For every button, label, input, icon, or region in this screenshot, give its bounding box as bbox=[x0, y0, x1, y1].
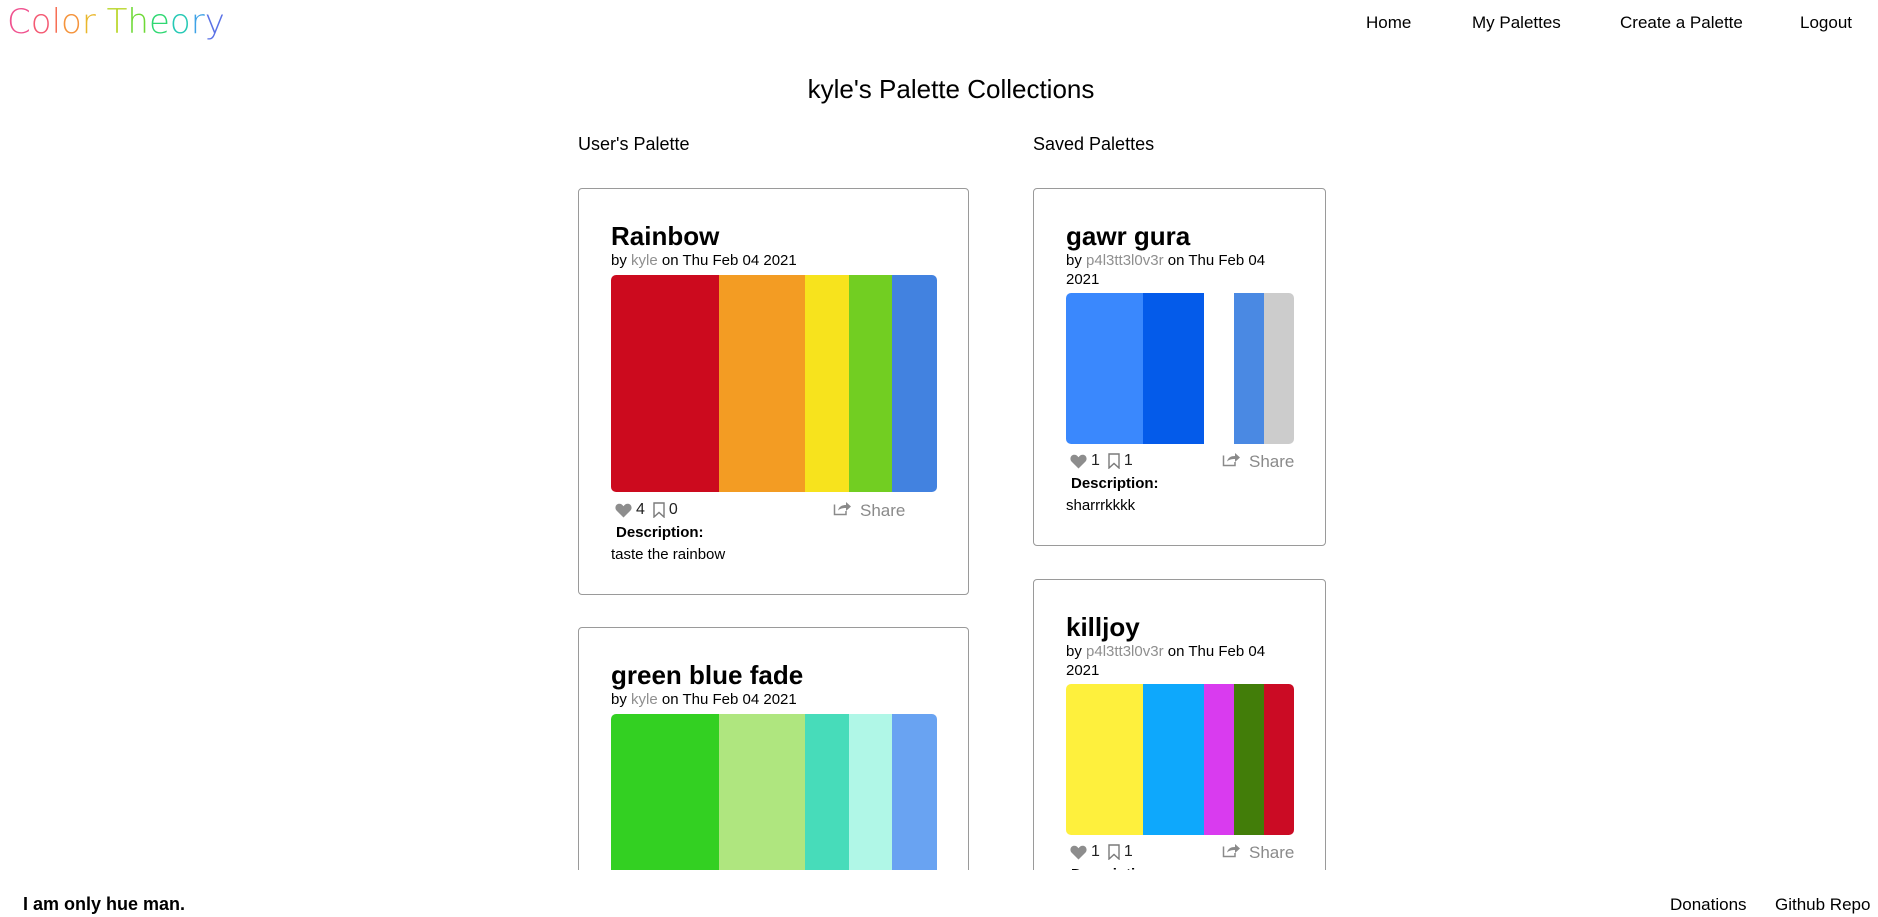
author-link[interactable]: p4l3tt3l0v3r bbox=[1086, 252, 1164, 269]
like-count: 1 bbox=[1091, 452, 1100, 469]
share-icon bbox=[1222, 451, 1241, 472]
on-label: on bbox=[661, 252, 679, 269]
heart-icon[interactable] bbox=[615, 503, 632, 518]
palette-card: Rainbow by kyle on Thu Feb 04 2021 4 0 S… bbox=[578, 188, 969, 595]
palette-byline: by kyle on Thu Feb 04 2021 bbox=[611, 690, 941, 709]
on-label: on bbox=[1167, 252, 1185, 269]
bookmark-icon[interactable] bbox=[1108, 844, 1120, 860]
description-text: sharrrkkkk bbox=[1066, 497, 1136, 514]
palette-byline: by kyle on Thu Feb 04 2021 bbox=[611, 251, 941, 270]
heart-icon[interactable] bbox=[1070, 845, 1087, 860]
share-label: Share bbox=[1249, 842, 1295, 862]
palette-stats: 4 0 bbox=[615, 501, 678, 519]
description-text: taste the rainbow bbox=[611, 546, 726, 563]
color-swatch[interactable] bbox=[1066, 293, 1143, 444]
description-label: Description: bbox=[1071, 475, 1159, 492]
share-icon bbox=[833, 500, 852, 521]
color-swatch[interactable] bbox=[1143, 684, 1204, 835]
palette-byline: by p4l3tt3l0v3r on Thu Feb 04 2021 bbox=[1066, 642, 1294, 680]
page-title: kyle's Palette Collections bbox=[807, 74, 1095, 104]
donations-link[interactable]: Donations bbox=[1670, 895, 1747, 915]
palette-date: Thu Feb 04 2021 bbox=[682, 252, 797, 269]
color-swatch[interactable] bbox=[1234, 293, 1264, 444]
color-swatch[interactable] bbox=[719, 714, 805, 870]
on-label: on bbox=[1167, 643, 1185, 660]
color-swatch[interactable] bbox=[1143, 293, 1204, 444]
color-swatch[interactable] bbox=[892, 275, 937, 492]
palette-title[interactable]: green blue fade bbox=[611, 660, 803, 691]
palette-swatches[interactable] bbox=[611, 275, 937, 492]
color-swatch[interactable] bbox=[849, 275, 892, 492]
save-count: 0 bbox=[668, 501, 678, 518]
main-content: kyle's Palette Collections User's Palett… bbox=[0, 0, 1878, 870]
by-label: by bbox=[611, 691, 627, 708]
color-swatch[interactable] bbox=[611, 275, 719, 492]
palette-card: killjoy by p4l3tt3l0v3r on Thu Feb 04 20… bbox=[1033, 579, 1326, 870]
user-palettes-heading: User's Palette bbox=[578, 134, 690, 154]
share-label: Share bbox=[860, 500, 906, 520]
color-swatch[interactable] bbox=[1264, 684, 1294, 835]
palette-swatches[interactable] bbox=[1066, 293, 1294, 444]
palette-swatches[interactable] bbox=[611, 714, 937, 870]
author-link[interactable]: kyle bbox=[631, 691, 658, 708]
palette-stats: 1 1 bbox=[1070, 843, 1133, 861]
github-repo-link[interactable]: Github Repo bbox=[1775, 895, 1870, 915]
footer: I am only hue man. Donations Github Repo bbox=[0, 870, 1878, 917]
save-count: 1 bbox=[1123, 843, 1133, 860]
palette-byline: by p4l3tt3l0v3r on Thu Feb 04 2021 bbox=[1066, 251, 1294, 289]
color-swatch[interactable] bbox=[892, 714, 937, 870]
like-count: 1 bbox=[1091, 843, 1100, 860]
saved-palettes-heading: Saved Palettes bbox=[1033, 134, 1155, 154]
share-label: Share bbox=[1249, 451, 1295, 471]
author-link[interactable]: kyle bbox=[631, 252, 658, 269]
palette-title[interactable]: Rainbow bbox=[611, 221, 719, 252]
palette-title[interactable]: gawr gura bbox=[1066, 221, 1190, 252]
color-swatch[interactable] bbox=[719, 275, 805, 492]
share-icon bbox=[1222, 842, 1241, 863]
share-button[interactable]: Share bbox=[1222, 451, 1294, 472]
color-swatch[interactable] bbox=[849, 714, 892, 870]
color-swatch[interactable] bbox=[1264, 293, 1294, 444]
palette-card: gawr gura by p4l3tt3l0v3r on Thu Feb 04 … bbox=[1033, 188, 1326, 546]
bookmark-icon[interactable] bbox=[653, 502, 665, 518]
by-label: by bbox=[611, 252, 627, 269]
bookmark-icon[interactable] bbox=[1108, 453, 1120, 469]
by-label: by bbox=[1066, 643, 1082, 660]
save-count: 1 bbox=[1123, 452, 1133, 469]
on-label: on bbox=[661, 691, 679, 708]
heart-icon[interactable] bbox=[1070, 454, 1087, 469]
share-button[interactable]: Share bbox=[833, 500, 905, 521]
color-swatch[interactable] bbox=[611, 714, 719, 870]
color-swatch[interactable] bbox=[1204, 684, 1234, 835]
palette-swatches[interactable] bbox=[1066, 684, 1294, 835]
color-swatch[interactable] bbox=[805, 275, 849, 492]
author-link[interactable]: p4l3tt3l0v3r bbox=[1086, 643, 1164, 660]
footer-tagline: I am only hue man. bbox=[23, 894, 186, 914]
description-label: Description: bbox=[616, 524, 704, 541]
color-swatch[interactable] bbox=[1204, 293, 1234, 444]
color-swatch[interactable] bbox=[1234, 684, 1264, 835]
by-label: by bbox=[1066, 252, 1082, 269]
share-button[interactable]: Share bbox=[1222, 842, 1294, 863]
palette-stats: 1 1 bbox=[1070, 452, 1133, 470]
color-swatch[interactable] bbox=[1066, 684, 1143, 835]
palette-date: Thu Feb 04 2021 bbox=[682, 691, 797, 708]
palette-title[interactable]: killjoy bbox=[1066, 612, 1140, 643]
like-count: 4 bbox=[636, 501, 645, 518]
color-swatch[interactable] bbox=[805, 714, 849, 870]
palette-card: green blue fade by kyle on Thu Feb 04 20… bbox=[578, 627, 969, 870]
